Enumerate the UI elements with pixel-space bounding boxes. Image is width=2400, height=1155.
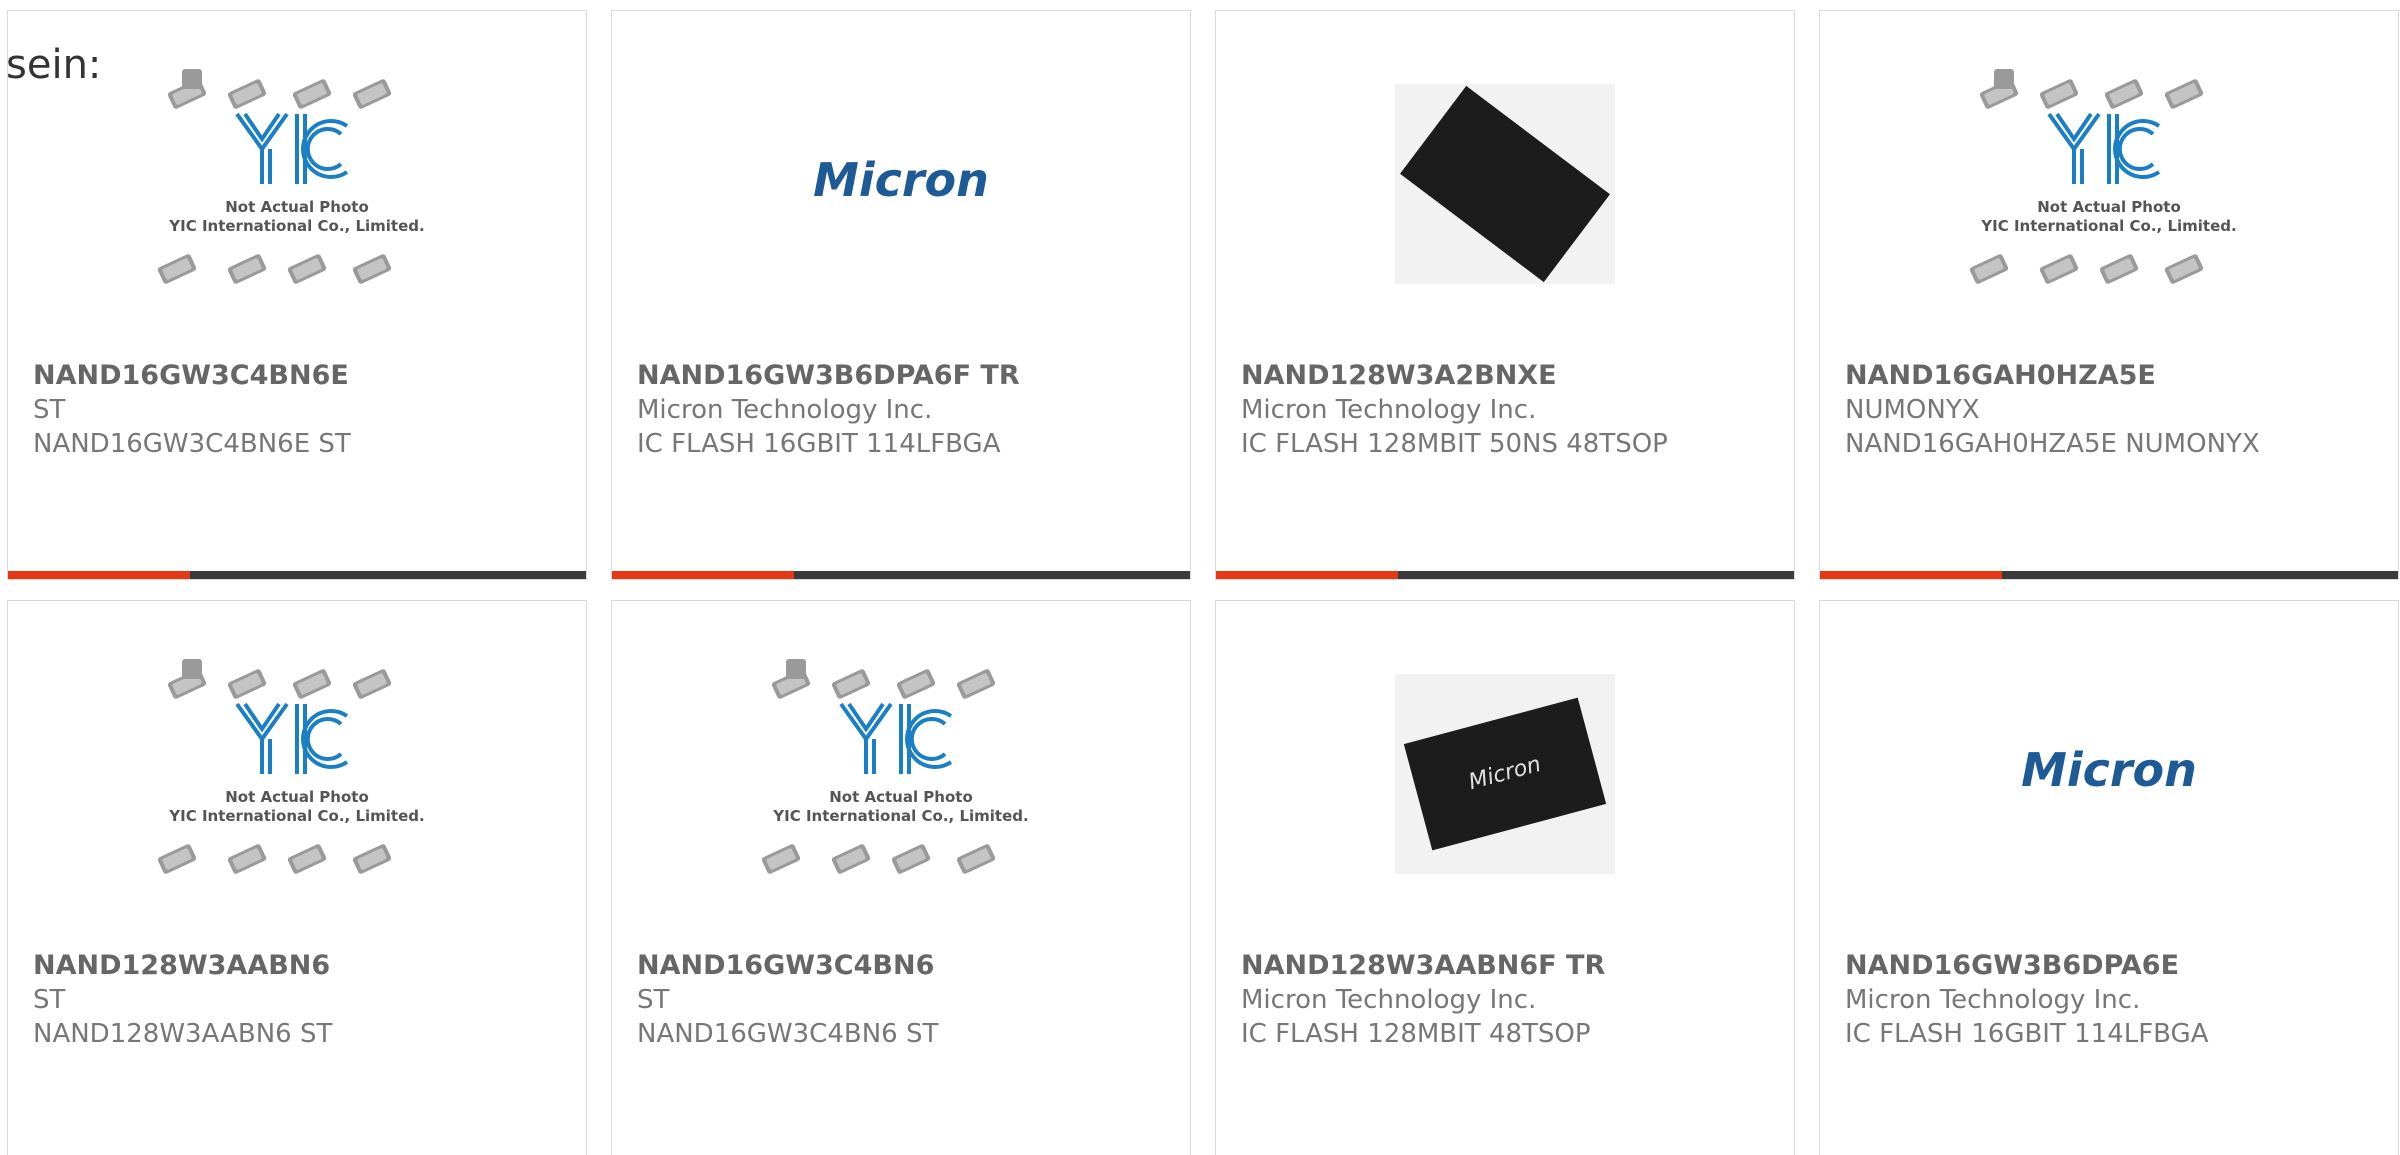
yic-placeholder-icon: Not Actual Photo YIC International Co., …	[157, 658, 425, 874]
yic-placeholder-icon: Not Actual Photo YIC International Co., …	[1969, 68, 2237, 284]
yic-placeholder-icon: Not Actual Photo YIC International Co., …	[761, 658, 1029, 874]
product-manufacturer: Micron Technology Inc.	[1241, 395, 1537, 425]
product-part-number[interactable]: NAND16GW3B6DPA6E	[1845, 949, 2388, 983]
product-description: IC FLASH 128MBIT 48TSOP	[1241, 1019, 1591, 1049]
product-card[interactable]: Micron NAND16GW3B6DPA6E Micron Technolog…	[1819, 600, 2399, 1155]
yic-placeholder-icon: Not Actual Photo YIC International Co., …	[157, 68, 425, 284]
card-progress-bar	[1820, 571, 2398, 579]
product-image[interactable]: Not Actual Photo YIC International Co., …	[1820, 11, 2398, 356]
card-progress-bar	[8, 571, 586, 579]
product-part-number[interactable]: NAND128W3AABN6F TR	[1241, 949, 1784, 983]
svg-text:Not Actual Photo: Not Actual Photo	[2037, 198, 2181, 216]
product-manufacturer: Micron Technology Inc.	[637, 395, 933, 425]
svg-text:Not Actual Photo: Not Actual Photo	[225, 198, 369, 216]
product-part-number[interactable]: NAND16GW3C4BN6	[637, 949, 1180, 983]
svg-text:Micron: Micron	[2021, 743, 2197, 797]
svg-text:Micron: Micron	[813, 153, 989, 207]
product-description: IC FLASH 16GBIT 114LFBGA	[637, 429, 1001, 459]
card-bar-accent	[1820, 571, 2003, 579]
svg-text:YIC International Co., Limited: YIC International Co., Limited.	[168, 217, 424, 235]
svg-text:YIC International Co., Limited: YIC International Co., Limited.	[772, 807, 1028, 825]
product-image[interactable]: Micron	[1216, 601, 1794, 946]
product-description: IC FLASH 16GBIT 114LFBGA	[1845, 1019, 2209, 1049]
product-image[interactable]: Micron	[612, 11, 1190, 356]
product-description: NAND16GW3C4BN6E ST	[33, 429, 351, 459]
product-manufacturer: Micron Technology Inc.	[1845, 985, 2141, 1015]
card-bar-accent	[1216, 571, 1399, 579]
product-image[interactable]: Not Actual Photo YIC International Co., …	[612, 601, 1190, 946]
svg-text:YIC International Co., Limited: YIC International Co., Limited.	[168, 807, 424, 825]
product-card[interactable]: Not Actual Photo YIC International Co., …	[1819, 10, 2399, 580]
product-part-number[interactable]: NAND128W3AABN6	[33, 949, 576, 983]
product-part-number[interactable]: NAND16GW3B6DPA6F TR	[637, 359, 1180, 393]
product-manufacturer: ST	[637, 985, 670, 1015]
card-bar-accent	[612, 571, 795, 579]
product-card[interactable]: Micron NAND16GW3B6DPA6F TR Micron Techno…	[611, 10, 1191, 580]
svg-text:Not Actual Photo: Not Actual Photo	[829, 788, 973, 806]
product-manufacturer: ST	[33, 395, 66, 425]
micron-logo-icon: Micron	[2021, 743, 2197, 797]
intro-text: sein:	[6, 42, 102, 88]
card-bar-accent	[8, 571, 191, 579]
product-manufacturer: Micron Technology Inc.	[1241, 985, 1537, 1015]
product-image[interactable]: Not Actual Photo YIC International Co., …	[8, 601, 586, 946]
product-manufacturer: ST	[33, 985, 66, 1015]
product-description: NAND128W3AABN6 ST	[33, 1019, 333, 1049]
micron-logo-icon: Micron	[813, 153, 989, 207]
product-manufacturer: NUMONYX	[1845, 395, 1980, 425]
product-card[interactable]: Not Actual Photo YIC International Co., …	[611, 600, 1191, 1155]
tsop-chip-icon: Micron	[1395, 673, 1615, 874]
product-image[interactable]: Micron	[1820, 601, 2398, 946]
card-progress-bar	[1216, 571, 1794, 579]
product-part-number[interactable]: NAND128W3A2BNXE	[1241, 359, 1784, 393]
svg-text:Not Actual Photo: Not Actual Photo	[225, 788, 369, 806]
product-part-number[interactable]: NAND16GW3C4BN6E	[33, 359, 576, 393]
product-description: NAND16GW3C4BN6 ST	[637, 1019, 939, 1049]
tsop-chip-icon	[1395, 83, 1615, 284]
product-description: NAND16GAH0HZA5E NUMONYX	[1845, 429, 2260, 459]
product-card[interactable]: Micron NAND128W3AABN6F TR Micron Technol…	[1215, 600, 1795, 1155]
product-image[interactable]	[1216, 11, 1794, 356]
product-card[interactable]: Not Actual Photo YIC International Co., …	[7, 600, 587, 1155]
product-card[interactable]: NAND128W3A2BNXE Micron Technology Inc. I…	[1215, 10, 1795, 580]
product-card[interactable]: Not Actual Photo YIC International Co., …	[7, 10, 587, 580]
product-description: IC FLASH 128MBIT 50NS 48TSOP	[1241, 429, 1668, 459]
svg-text:YIC International Co., Limited: YIC International Co., Limited.	[1980, 217, 2236, 235]
product-part-number[interactable]: NAND16GAH0HZA5E	[1845, 359, 2388, 393]
card-progress-bar	[612, 571, 1190, 579]
